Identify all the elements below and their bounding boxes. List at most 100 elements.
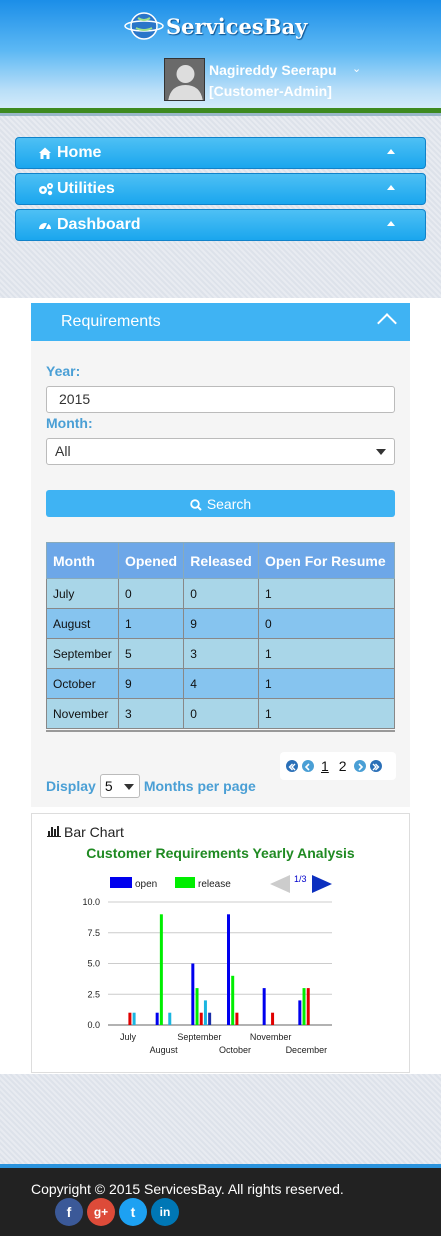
home-icon — [38, 146, 52, 160]
column-header-open-for-resume[interactable]: Open For Resume — [258, 542, 395, 579]
x-tick-label: September — [177, 1032, 221, 1042]
column-header-opened[interactable]: Opened — [117, 542, 185, 579]
bar-chart-heading: Bar Chart — [47, 824, 124, 840]
requirements-table[interactable]: Month Opened Released Open For Resume Ju… — [46, 542, 395, 732]
panel-title: Requirements — [61, 313, 161, 330]
bar-chart-icon — [47, 824, 61, 840]
legend-swatch-open — [110, 877, 132, 888]
legend-next-icon[interactable] — [312, 875, 332, 893]
bar — [298, 1000, 302, 1025]
month-select-value: All — [55, 443, 71, 459]
table-cell: 1 — [258, 578, 395, 609]
table-row: September 5 3 1 — [46, 638, 395, 669]
legend-label-release: release — [198, 879, 231, 890]
search-icon — [190, 498, 202, 511]
twitter-glyph: t — [130, 1204, 136, 1220]
brand-logo[interactable]: ServicesBay — [124, 10, 307, 42]
caret-up-icon — [387, 149, 395, 154]
bar — [231, 975, 235, 1025]
column-header-released[interactable]: Released — [183, 542, 260, 579]
bar — [262, 988, 266, 1025]
table-row: November 3 0 1 — [46, 698, 395, 729]
bar — [235, 1012, 239, 1025]
bar — [191, 963, 195, 1025]
chevron-down-icon[interactable]: ⌄ — [352, 62, 361, 75]
requirements-panel-header[interactable]: Requirements — [31, 303, 410, 341]
first-page-icon[interactable] — [286, 760, 298, 772]
nav-item-label: Dashboard — [57, 216, 141, 233]
twitter-icon[interactable]: t — [119, 1198, 147, 1226]
caret-up-icon — [387, 185, 395, 190]
nav-item-label: Utilities — [57, 180, 115, 197]
table-cell: 3 — [117, 698, 185, 729]
google-plus-glyph: g+ — [93, 1205, 109, 1219]
table-cell: 5 — [117, 638, 185, 669]
chart-legend: open release 1/3 — [110, 874, 332, 893]
search-button-label: Search — [206, 495, 252, 512]
table-cell: 4 — [183, 668, 260, 699]
chevron-up-icon[interactable] — [377, 313, 397, 333]
linkedin-icon[interactable]: in — [151, 1198, 179, 1226]
next-page-icon[interactable] — [353, 760, 366, 772]
page-number-2[interactable]: 2 — [339, 758, 347, 774]
table-cell: 1 — [258, 638, 395, 669]
nav-item-dashboard[interactable]: Dashboard — [15, 209, 426, 241]
year-input[interactable]: 2015 — [46, 386, 395, 413]
nav-item-home[interactable]: Home — [15, 137, 426, 169]
month-label: Month: — [46, 415, 93, 431]
nav-item-utilities[interactable]: Utilities — [15, 173, 426, 205]
per-page-value: 5 — [104, 778, 113, 794]
per-page-select[interactable]: 5 — [99, 774, 140, 798]
bar — [306, 988, 310, 1025]
globe-icon — [124, 10, 164, 42]
bar-chart-heading-label: Bar Chart — [64, 824, 124, 840]
bar — [195, 988, 199, 1025]
facebook-glyph: f — [66, 1204, 72, 1220]
bar — [155, 1012, 159, 1025]
nav-item-label: Home — [57, 144, 102, 161]
table-cell: 1 — [258, 668, 395, 699]
legend-label-open: open — [135, 879, 157, 890]
y-tick-label: 2.5 — [87, 989, 100, 999]
x-tick-label: December — [286, 1045, 328, 1055]
year-label: Year: — [46, 363, 81, 379]
user-name[interactable]: Nagireddy Seerapu — [209, 62, 337, 78]
x-tick-label: November — [250, 1032, 292, 1042]
bar — [271, 1012, 275, 1025]
cogs-icon — [38, 182, 53, 196]
google-plus-icon[interactable]: g+ — [87, 1198, 115, 1226]
page-number-1[interactable]: 1 — [321, 758, 329, 774]
table-cell: November — [46, 698, 119, 729]
x-axis: July August September October November Decemb… — [120, 1032, 327, 1055]
facebook-icon[interactable]: f — [55, 1198, 83, 1226]
legend-swatch-release — [175, 877, 195, 888]
x-tick-label: October — [219, 1045, 251, 1055]
legend-prev-icon[interactable] — [270, 875, 290, 893]
last-page-icon[interactable] — [369, 760, 382, 772]
search-button[interactable]: Search — [46, 490, 395, 517]
table-cell: 1 — [258, 698, 395, 729]
table-cell: 0 — [183, 578, 260, 609]
linkedin-glyph: in — [159, 1205, 171, 1219]
prev-page-icon[interactable] — [302, 760, 314, 772]
table-cell: October — [46, 668, 119, 699]
table-cell: 9 — [183, 608, 260, 639]
month-select[interactable]: All — [46, 438, 395, 465]
dropdown-arrow-icon — [376, 449, 386, 455]
table-row: July 0 0 1 — [46, 578, 395, 609]
y-axis: 0.0 2.5 5.0 7.5 10.0 — [82, 897, 100, 1030]
bar — [159, 914, 163, 1025]
table-cell: 9 — [117, 668, 185, 699]
caret-up-icon — [387, 221, 395, 226]
per-page-row: Display 5 Months per page — [46, 774, 256, 798]
table-cell: 0 — [183, 698, 260, 729]
bar — [302, 988, 306, 1025]
bar — [208, 1012, 212, 1025]
bar — [128, 1012, 132, 1025]
table-row: October 9 4 1 — [46, 668, 395, 699]
column-header-month[interactable]: Month — [46, 542, 119, 579]
table-cell: September — [46, 638, 119, 669]
bar — [132, 1012, 136, 1025]
bar — [199, 1012, 203, 1025]
avatar[interactable] — [164, 58, 205, 101]
